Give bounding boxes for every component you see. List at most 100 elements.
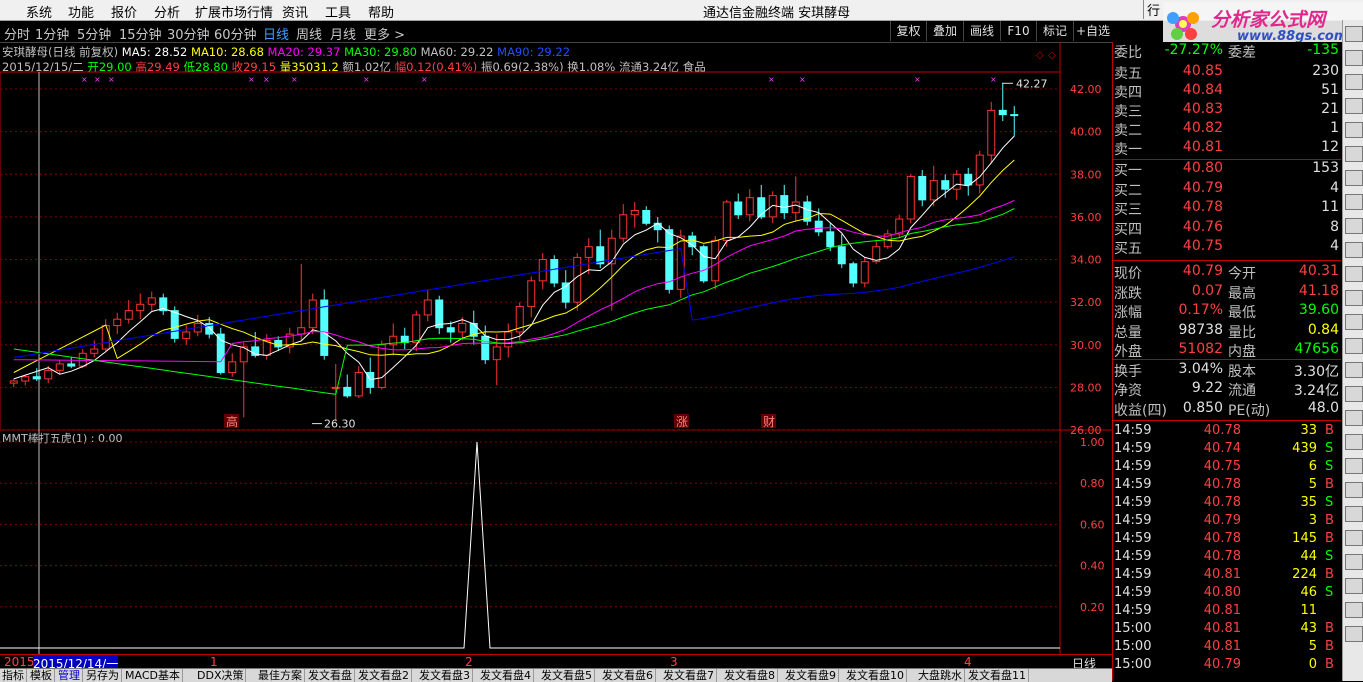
rsi-tool-icon[interactable] (1345, 194, 1363, 210)
indicator-tab[interactable]: 发文看盘8 (722, 669, 778, 682)
indicator-tab[interactable]: 发文看盘3 (417, 669, 473, 682)
tick-volume: 5 (1308, 639, 1317, 654)
indicator-tick-label: 0.40 (1080, 560, 1105, 573)
candle-body (308, 299, 317, 329)
candle-body (849, 263, 858, 284)
period-tab-intraday[interactable]: 分时 (4, 24, 30, 43)
stat-row: 净资 9.22 流通 3.24亿 (1113, 380, 1341, 399)
bias-tool-icon[interactable] (1345, 602, 1363, 618)
indicator-tab[interactable]: 发文看盘4 (478, 669, 534, 682)
mtm-tool-icon[interactable] (1345, 362, 1363, 378)
tick-price: 40.80 (1203, 585, 1241, 600)
indicator-tab[interactable]: 发文看盘5 (539, 669, 595, 682)
indicator-tab[interactable]: 发文看盘7 (661, 669, 717, 682)
candle-body (1010, 114, 1019, 117)
tick-volume: 224 (1292, 567, 1317, 582)
ask-price: 40.85 (1182, 63, 1223, 79)
indicator-tab[interactable]: DDX决策 (195, 669, 247, 682)
indicator-tab[interactable]: 发文看盘6 (600, 669, 656, 682)
kline-chart[interactable]: 42.00 40.00 38.00 36.00 34.00 32.00 30.00 28.00… (0, 42, 1112, 654)
trend-tool-icon[interactable] (1345, 74, 1363, 90)
indicator-tab[interactable]: 模板 (28, 669, 55, 682)
adjust-button[interactable]: 复权 (890, 21, 926, 41)
boll-tool-icon[interactable] (1345, 218, 1363, 234)
period-tab-weekly[interactable]: 周线 (296, 24, 322, 43)
ask-price: 40.83 (1182, 101, 1223, 117)
stat-row: 涨跌 0.07 最高 41.18 (1113, 283, 1341, 302)
overlay-button[interactable]: 叠加 (926, 21, 963, 41)
period-tab-daily[interactable]: 日线 (263, 24, 289, 43)
y-tick-label: 36.00 (1070, 211, 1102, 224)
tick-price: 40.75 (1203, 459, 1241, 474)
mark-button[interactable]: 标记 (1036, 21, 1073, 41)
bar-tool-icon[interactable] (1345, 50, 1363, 66)
draw-line-button[interactable]: 画线 (963, 21, 1000, 41)
psy-tool-icon[interactable] (1345, 386, 1363, 402)
menu-help[interactable]: 帮助 (368, 2, 394, 21)
tick-volume: 44 (1300, 549, 1317, 564)
cci-tool-icon[interactable] (1345, 314, 1363, 330)
indicator-tab[interactable]: 发文看盘2 (356, 669, 412, 682)
kdj-tool-icon[interactable] (1345, 170, 1363, 186)
period-tab-5min[interactable]: 5分钟 (77, 24, 111, 43)
ask-level-label: 卖二 (1114, 123, 1142, 139)
ask-price: 40.81 (1182, 139, 1223, 155)
menu-quote[interactable]: 报价 (111, 2, 137, 21)
stat-value: 3.04% (1178, 360, 1223, 377)
roc-tool-icon[interactable] (1345, 338, 1363, 354)
event-tag: 涨 (676, 414, 688, 429)
menu-system[interactable]: 系统 (26, 2, 52, 21)
indicator-tab[interactable]: MACD基本 (123, 669, 183, 682)
menu-analysis[interactable]: 分析 (154, 2, 180, 21)
candle-body (67, 363, 76, 367)
period-tab-1min[interactable]: 1分钟 (35, 24, 69, 43)
dmi-tool-icon[interactable] (1345, 266, 1363, 282)
tick-price: 40.81 (1203, 603, 1241, 618)
stat-value: 0.07 (1191, 282, 1223, 299)
tick-side: B (1325, 639, 1334, 654)
menu-function[interactable]: 功能 (68, 2, 94, 21)
indicator-tab[interactable]: 最佳方案 (256, 669, 305, 682)
period-tab-30min[interactable]: 30分钟 (167, 24, 210, 43)
brar-tool-icon[interactable] (1345, 434, 1363, 450)
period-tab-60min[interactable]: 60分钟 (214, 24, 257, 43)
ask-row: 卖四 40.84 51 (1113, 82, 1341, 101)
indicator-tab[interactable]: 发文看盘 (306, 669, 355, 682)
period-tab-more[interactable]: 更多 > (364, 24, 405, 43)
tick-side: S (1325, 459, 1334, 474)
menu-extended-market[interactable]: 扩展市场行情 (195, 2, 273, 21)
stat-value: 0.84 (1307, 321, 1339, 338)
obv-tool-icon[interactable] (1345, 290, 1363, 306)
wr-tool-icon[interactable] (1345, 242, 1363, 258)
f10-button[interactable]: F10 (1000, 21, 1036, 41)
indicator-tab[interactable]: 发文看盘10 (844, 669, 907, 682)
tick-volume: 439 (1292, 441, 1317, 456)
tick-time: 14:59 (1114, 603, 1152, 618)
indicator-tab[interactable]: 大盘跳水 (916, 669, 965, 682)
indicator-tab[interactable]: 另存为 (84, 669, 122, 682)
asi-tool-icon[interactable] (1345, 530, 1363, 546)
period-tab-15min[interactable]: 15分钟 (119, 24, 162, 43)
dma-tool-icon[interactable] (1345, 458, 1363, 474)
indicator-tab[interactable]: 发文看盘9 (783, 669, 839, 682)
macd-tool-icon[interactable] (1345, 146, 1363, 162)
indicator-tab[interactable]: 管理 (56, 669, 83, 682)
grid-tool-icon[interactable] (1345, 98, 1363, 114)
menu-news[interactable]: 资讯 (282, 2, 308, 21)
time-label-year: 2015 (4, 655, 35, 669)
y-tick-label: 38.00 (1070, 168, 1102, 181)
add-watchlist-button[interactable]: +自选 (1073, 21, 1112, 41)
sar-tool-icon[interactable] (1345, 554, 1363, 570)
wvad-tool-icon[interactable] (1345, 626, 1363, 642)
tick-price: 40.78 (1203, 549, 1241, 564)
cr-tool-icon[interactable] (1345, 578, 1363, 594)
kline-tool-icon[interactable] (1345, 26, 1363, 42)
menu-tools[interactable]: 工具 (325, 2, 351, 21)
volume-tool-icon[interactable] (1345, 122, 1363, 138)
indicator-tab[interactable]: 发文看盘11 (966, 669, 1029, 682)
period-tab-monthly[interactable]: 月线 (330, 24, 356, 43)
emv-tool-icon[interactable] (1345, 506, 1363, 522)
trix-tool-icon[interactable] (1345, 482, 1363, 498)
indicator-tab[interactable]: 指标 (0, 669, 27, 682)
vr-tool-icon[interactable] (1345, 410, 1363, 426)
